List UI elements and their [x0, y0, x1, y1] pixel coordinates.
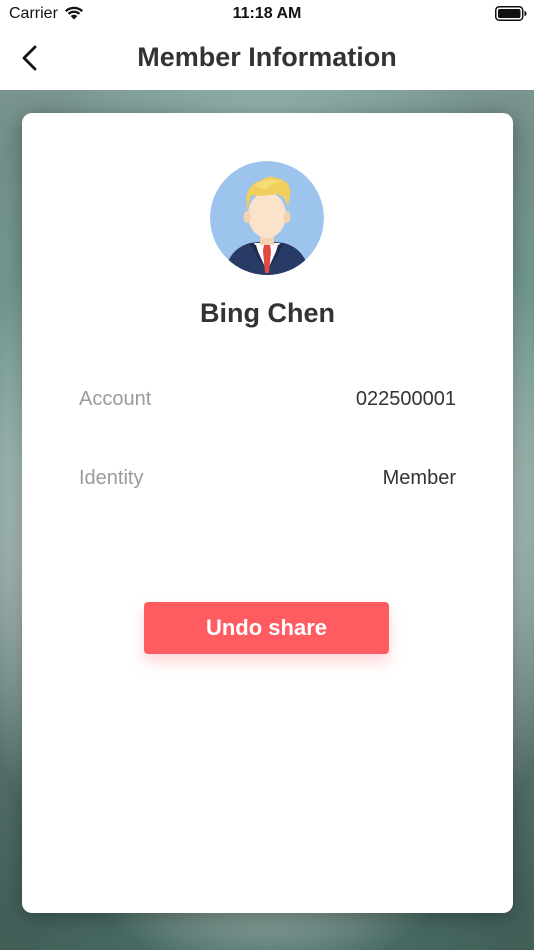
identity-value: Member — [382, 467, 456, 489]
navigation-bar: Member Information — [0, 28, 534, 90]
status-time: 11:18 AM — [232, 5, 302, 22]
member-name: Bing Chen — [200, 298, 335, 328]
account-row: Account 022500001 — [79, 388, 456, 418]
identity-label: Identity — [79, 467, 144, 489]
page-title: Member Information — [137, 42, 397, 72]
battery-icon — [495, 6, 527, 21]
member-card: Bing Chen Account 022500001 Identity Mem… — [22, 113, 513, 913]
avatar — [210, 161, 324, 275]
account-label: Account — [79, 388, 152, 410]
identity-row: Identity Member — [79, 467, 456, 497]
undo-share-button[interactable]: Undo share — [144, 602, 389, 654]
status-bar: Carrier 11:18 AM — [0, 0, 534, 28]
account-value: 022500001 — [355, 388, 456, 410]
avatar-icon — [210, 161, 324, 275]
